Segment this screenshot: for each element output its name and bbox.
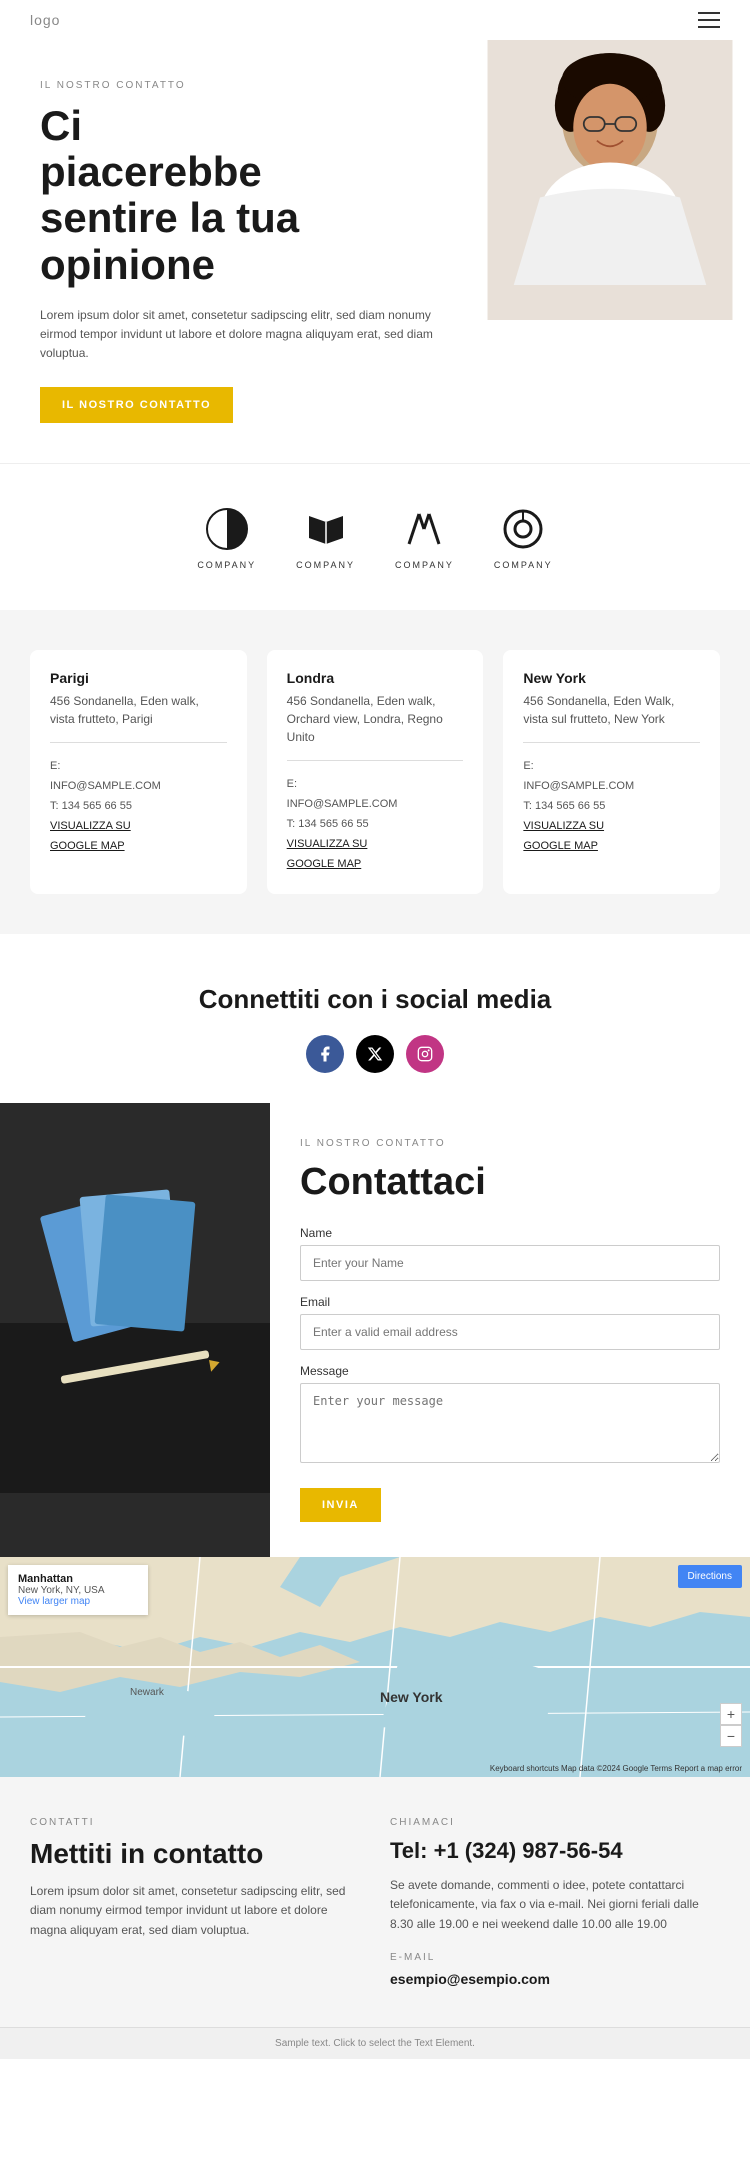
offices-section: Parigi 456 Sondanella, Eden walk, vista … bbox=[0, 610, 750, 934]
social-section: Connettiti con i social media bbox=[0, 934, 750, 1103]
company-logo-4: COMPANY bbox=[494, 504, 553, 570]
company-logo-label: COMPANY bbox=[197, 560, 256, 570]
bottom-info-section: CONTATTI Mettiti in contatto Lorem ipsum… bbox=[0, 1777, 750, 2027]
x-twitter-icon[interactable] bbox=[356, 1035, 394, 1073]
submit-button[interactable]: INVIA bbox=[300, 1488, 381, 1522]
office-city: Parigi bbox=[50, 670, 227, 686]
google-map-link[interactable]: VISUALIZZA SUGOOGLE MAP bbox=[523, 820, 604, 852]
footer: Sample text. Click to select the Text El… bbox=[0, 2027, 750, 2059]
bottom-phone: Tel: +1 (324) 987-56-54 bbox=[390, 1838, 720, 1864]
bottom-left: CONTATTI Mettiti in contatto Lorem ipsum… bbox=[30, 1817, 360, 1987]
bottom-left-label: CONTATTI bbox=[30, 1817, 360, 1828]
zoom-out-button[interactable]: − bbox=[720, 1725, 742, 1747]
hero-contact-button[interactable]: IL NOSTRO CONTATTO bbox=[40, 387, 233, 423]
hamburger-line bbox=[698, 26, 720, 28]
svg-text:Newark: Newark bbox=[130, 1687, 165, 1698]
bottom-right: CHIAMACI Tel: +1 (324) 987-56-54 Se avet… bbox=[390, 1817, 720, 1987]
hero-section: IL NOSTRO CONTATTO Ci piacerebbe sentire… bbox=[0, 40, 750, 463]
message-field-group: Message bbox=[300, 1364, 720, 1468]
company-logo-3: COMPANY bbox=[395, 504, 454, 570]
office-address: 456 Sondanella, Eden Walk, vista sul fru… bbox=[523, 692, 700, 728]
office-contact: E:INFO@SAMPLE.COM T: 134 565 66 55 VISUA… bbox=[50, 757, 227, 856]
message-textarea[interactable] bbox=[300, 1383, 720, 1463]
hamburger-line bbox=[698, 12, 720, 14]
zoom-controls: + − bbox=[720, 1703, 742, 1747]
hamburger-menu[interactable] bbox=[698, 12, 720, 28]
company-logo-label: COMPANY bbox=[395, 560, 454, 570]
form-image bbox=[0, 1103, 270, 1557]
office-city: Londra bbox=[287, 670, 464, 686]
office-address: 456 Sondanella, Eden walk, Orchard view,… bbox=[287, 692, 464, 746]
office-card-london: Londra 456 Sondanella, Eden walk, Orchar… bbox=[267, 650, 484, 894]
social-icons-container bbox=[30, 1035, 720, 1073]
office-card-newyork: New York 456 Sondanella, Eden Walk, vist… bbox=[503, 650, 720, 894]
office-contact: E:INFO@SAMPLE.COM T: 134 565 66 55 VISUA… bbox=[287, 775, 464, 874]
social-title: Connettiti con i social media bbox=[30, 984, 720, 1015]
map-location-sub: New York, NY, USA bbox=[18, 1585, 138, 1596]
map-overlay: Manhattan New York, NY, USA View larger … bbox=[8, 1565, 148, 1615]
hamburger-line bbox=[698, 19, 720, 21]
footer-text: Sample text. Click to select the Text El… bbox=[275, 2038, 475, 2049]
company-logo-label: COMPANY bbox=[494, 560, 553, 570]
zoom-in-button[interactable]: + bbox=[720, 1703, 742, 1725]
office-divider bbox=[523, 742, 700, 743]
office-card-paris: Parigi 456 Sondanella, Eden walk, vista … bbox=[30, 650, 247, 894]
bottom-email: esempio@esempio.com bbox=[390, 1971, 720, 1987]
email-label: Email bbox=[300, 1295, 720, 1309]
email-field-group: Email bbox=[300, 1295, 720, 1350]
company-logo-1: COMPANY bbox=[197, 504, 256, 570]
hero-image bbox=[470, 40, 750, 463]
form-section-label: IL NOSTRO CONTATTO bbox=[300, 1138, 720, 1149]
logo: logo bbox=[30, 12, 60, 28]
map-location-title: Manhattan bbox=[18, 1573, 138, 1585]
hero-title: Ci piacerebbe sentire la tua opinione bbox=[40, 103, 440, 288]
office-address: 456 Sondanella, Eden walk, vista fruttet… bbox=[50, 692, 227, 728]
bottom-email-label: E-MAIL bbox=[390, 1952, 720, 1963]
bottom-right-label: CHIAMACI bbox=[390, 1817, 720, 1828]
email-input[interactable] bbox=[300, 1314, 720, 1350]
instagram-icon[interactable] bbox=[406, 1035, 444, 1073]
hero-section-label: IL NOSTRO CONTATTO bbox=[40, 80, 440, 91]
form-title: Contattaci bbox=[300, 1161, 720, 1204]
directions-button[interactable]: Directions bbox=[678, 1565, 742, 1588]
bottom-left-description: Lorem ipsum dolor sit amet, consetetur s… bbox=[30, 1882, 360, 1940]
form-right: IL NOSTRO CONTATTO Contattaci Name Email… bbox=[270, 1103, 750, 1557]
google-map-link[interactable]: VISUALIZZA SUGOOGLE MAP bbox=[287, 838, 368, 870]
header: logo bbox=[0, 0, 750, 40]
message-label: Message bbox=[300, 1364, 720, 1378]
hero-description: Lorem ipsum dolor sit amet, consetetur s… bbox=[40, 306, 440, 364]
hero-left: IL NOSTRO CONTATTO Ci piacerebbe sentire… bbox=[0, 40, 470, 463]
company-logo-2: COMPANY bbox=[296, 504, 355, 570]
contact-form-section: IL NOSTRO CONTATTO Contattaci Name Email… bbox=[0, 1103, 750, 1557]
view-larger-map-link[interactable]: View larger map bbox=[18, 1596, 90, 1607]
name-label: Name bbox=[300, 1226, 720, 1240]
office-contact: E:INFO@SAMPLE.COM T: 134 565 66 55 VISUA… bbox=[523, 757, 700, 856]
map-section: New York Newark Manhattan New York, NY, … bbox=[0, 1557, 750, 1777]
office-divider bbox=[50, 742, 227, 743]
name-input[interactable] bbox=[300, 1245, 720, 1281]
office-divider bbox=[287, 760, 464, 761]
office-city: New York bbox=[523, 670, 700, 686]
name-field-group: Name bbox=[300, 1226, 720, 1281]
map-credits: Keyboard shortcuts Map data ©2024 Google… bbox=[490, 1764, 742, 1773]
svg-text:New York: New York bbox=[380, 1689, 443, 1705]
company-logo-label: COMPANY bbox=[296, 560, 355, 570]
bottom-left-title: Mettiti in contatto bbox=[30, 1838, 360, 1870]
google-map-link[interactable]: VISUALIZZA SUGOOGLE MAP bbox=[50, 820, 131, 852]
facebook-icon[interactable] bbox=[306, 1035, 344, 1073]
logos-section: COMPANY COMPANY COMPANY COMPANY bbox=[0, 463, 750, 610]
bottom-note: Se avete domande, commenti o idee, potet… bbox=[390, 1876, 720, 1934]
